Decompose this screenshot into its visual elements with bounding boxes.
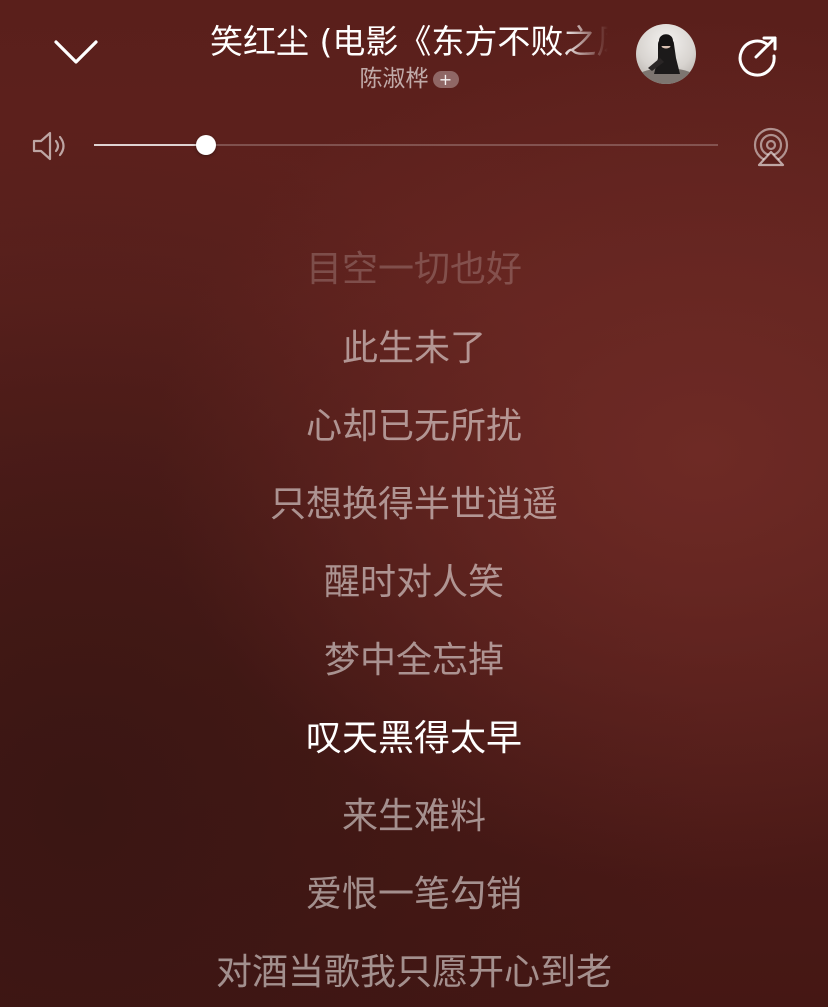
lyric-line[interactable]: 对酒当歌我只愿开心到老 — [0, 948, 828, 998]
chevron-down-icon — [54, 40, 98, 64]
volume-control — [0, 120, 828, 172]
lyric-line[interactable]: 心却已无所扰 — [0, 402, 828, 452]
volume-slider[interactable] — [94, 135, 718, 155]
lyric-line[interactable]: 来生难料 — [0, 792, 828, 842]
follow-artist-button[interactable]: + — [432, 70, 459, 88]
player-header: 笑红尘 (电影《东方不败之风云再起》主题曲) 陈淑桦 + — [0, 0, 828, 110]
current-lyric-line[interactable]: 叹天黑得太早 — [0, 714, 828, 764]
collapse-button[interactable] — [48, 30, 104, 74]
artist-name[interactable]: 陈淑桦 — [360, 64, 429, 94]
share-button[interactable] — [733, 32, 781, 80]
artist-row: 陈淑桦 + — [210, 64, 608, 94]
lyric-line[interactable]: 醒时对人笑 — [0, 558, 828, 608]
song-title[interactable]: 笑红尘 (电影《东方不败之风云再起》主题曲) — [210, 20, 608, 64]
lyric-line[interactable]: 爱恨一笔勾销 — [0, 870, 828, 920]
avatar-photo — [636, 34, 696, 84]
lyrics-panel: 目空一切也好 此生未了 心却已无所扰 只想换得半世逍遥 醒时对人笑 梦中全忘掉 … — [0, 230, 828, 1007]
lyric-line[interactable]: 目空一切也好 — [0, 245, 828, 295]
lyric-line[interactable]: 梦中全忘掉 — [0, 636, 828, 686]
share-icon — [738, 36, 777, 77]
volume-slider-handle[interactable] — [196, 135, 217, 155]
airplay-icon[interactable] — [750, 126, 792, 168]
artist-avatar[interactable] — [636, 24, 696, 84]
track-info: 笑红尘 (电影《东方不败之风云再起》主题曲) 陈淑桦 + — [210, 20, 608, 94]
lyric-line[interactable]: 此生未了 — [0, 324, 828, 374]
lyric-line[interactable]: 只想换得半世逍遥 — [0, 480, 828, 530]
volume-fill — [94, 144, 207, 146]
speaker-icon — [32, 131, 65, 161]
